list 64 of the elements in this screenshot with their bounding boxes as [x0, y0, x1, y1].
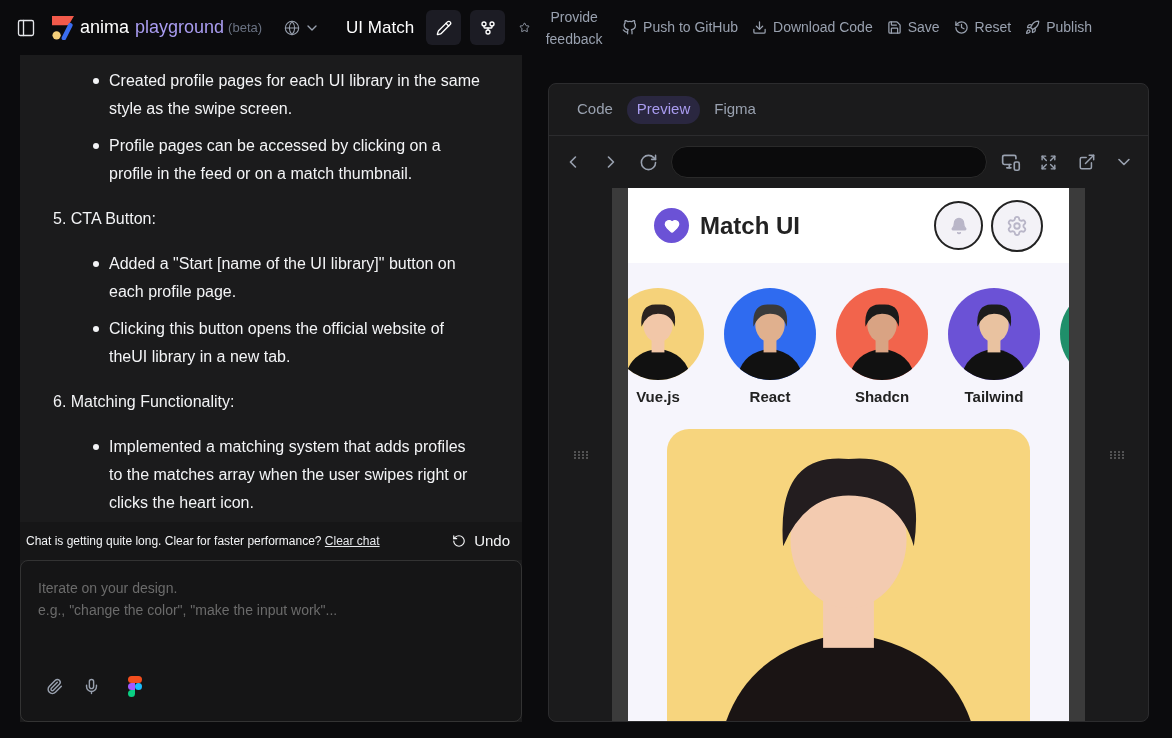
star-icon — [519, 22, 531, 33]
resize-handle-icon[interactable] — [573, 450, 588, 459]
toolbar-action[interactable]: Reset — [953, 17, 1012, 38]
bullet-icon — [93, 78, 99, 84]
undo-button[interactable]: Undo — [452, 529, 510, 553]
chat-text: Created profile pages for each UI library in the same style as the swipe screen. — [109, 71, 481, 119]
preview-tab[interactable]: Code — [567, 95, 623, 124]
fork-icon — [479, 19, 496, 36]
chat-text: Clicking this button opens the official website of theUI library in a new tab. — [109, 319, 445, 367]
toolbar-action[interactable]: Download Code — [752, 17, 873, 38]
profile-name[interactable]: React — [749, 386, 791, 409]
bullet-icon — [93, 261, 99, 267]
attach-icon[interactable] — [46, 678, 63, 695]
feedback-button[interactable]: Provide feedback — [538, 5, 611, 50]
devices-icon[interactable] — [1001, 152, 1022, 172]
beta-label: (beta) — [228, 18, 263, 37]
settings-icon — [1006, 214, 1028, 237]
preview-tab[interactable]: Figma — [704, 95, 766, 124]
chat-text: Implemented a matching system that adds profiles to the matches array when the user swipes right or clicks the heart icon. — [109, 437, 469, 513]
profile-name[interactable]: Tailwind — [964, 386, 1024, 409]
profile-name[interactable]: Shadcn — [854, 386, 910, 409]
bullet-icon — [93, 444, 99, 450]
chat-heading: 6. Matching Functionality: — [53, 392, 236, 412]
sidebar-toggle-icon[interactable] — [16, 17, 36, 38]
toolbar-action[interactable]: Save — [886, 17, 940, 38]
fork-button[interactable] — [470, 10, 506, 45]
rocket-icon — [1025, 20, 1041, 35]
address-field[interactable] — [670, 146, 988, 178]
globe-icon — [284, 19, 301, 36]
notice-text: Chat is getting quite long. Clear for faster performance? Clear chat — [26, 533, 380, 550]
edit-button[interactable] — [426, 10, 462, 45]
open-external-icon[interactable] — [1078, 153, 1097, 171]
pencil-icon — [435, 19, 452, 36]
app-title: Match UI — [700, 210, 800, 241]
fullscreen-icon[interactable] — [1040, 153, 1058, 171]
figma-icon[interactable] — [128, 676, 142, 697]
bullet-icon — [93, 143, 99, 149]
prompt-field[interactable]: Iterate on your design. e.g., "change the color", "make the input work"... — [38, 577, 504, 676]
history-icon — [953, 20, 969, 35]
settings-button[interactable] — [991, 199, 1043, 252]
logo-icon — [52, 15, 74, 40]
toolbar-action[interactable]: Publish — [1025, 17, 1093, 38]
preview-tab[interactable]: Preview — [626, 95, 701, 124]
bell-icon — [949, 216, 968, 235]
profile-name[interactable]: Vue.js — [636, 386, 680, 409]
chat-text: Added a "Start [name of the UI library]" button on each profile page. — [109, 254, 457, 302]
clear-chat-link[interactable]: Clear chat — [324, 534, 380, 548]
brand-name: anima — [80, 16, 130, 39]
notifications-button[interactable] — [934, 201, 983, 250]
github-icon — [622, 20, 638, 35]
prompt-box[interactable]: Iterate on your design. e.g., "change the color", "make the input work"... — [20, 560, 522, 722]
resize-handle-icon[interactable] — [1109, 450, 1124, 459]
undo-icon — [452, 534, 467, 548]
chat-text: Profile pages can be accessed by clicking on a profile in the feed or on a match thumbnail. — [109, 136, 442, 184]
project-name: UI Match — [346, 16, 415, 39]
toolbar-action[interactable]: Push to GitHub — [622, 17, 739, 38]
heart-icon — [663, 217, 680, 234]
reload-icon[interactable] — [638, 152, 658, 172]
download-icon — [752, 20, 768, 35]
save-icon — [886, 20, 902, 35]
product-name: playground — [135, 16, 225, 39]
chat-heading: 5. CTA Button: — [53, 209, 157, 229]
bullet-icon — [93, 326, 99, 332]
microphone-icon[interactable] — [83, 678, 100, 695]
